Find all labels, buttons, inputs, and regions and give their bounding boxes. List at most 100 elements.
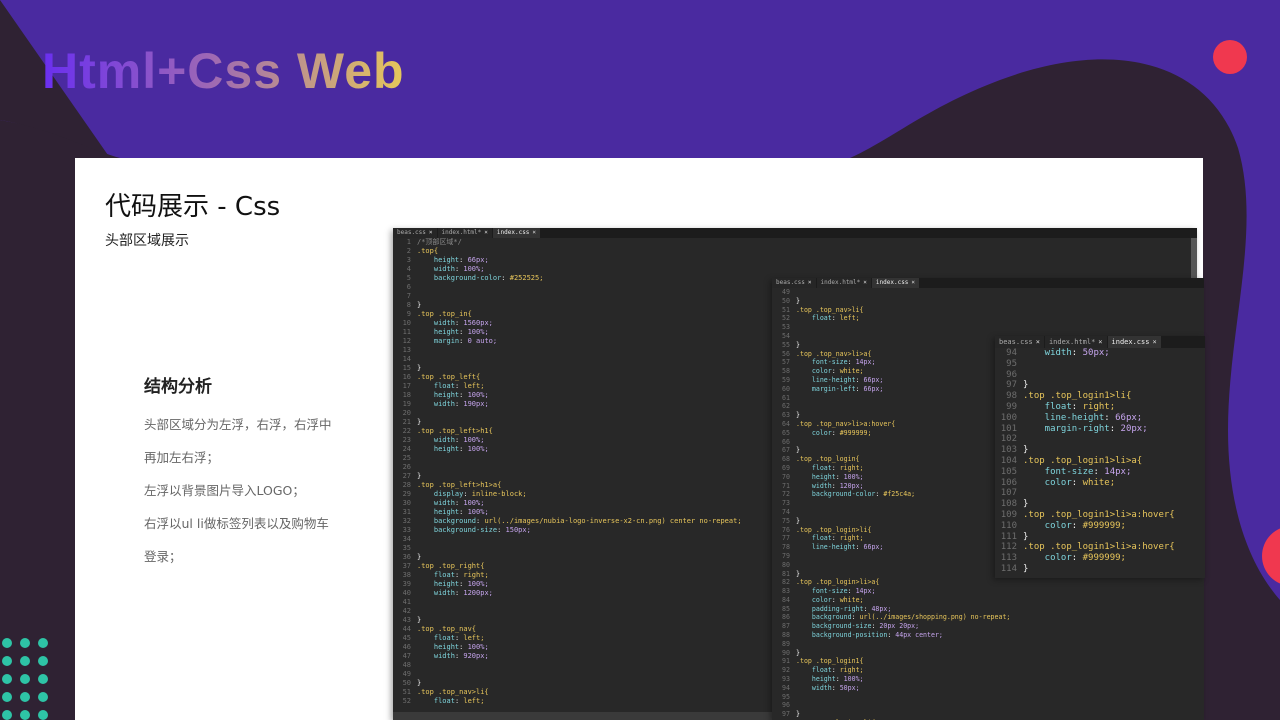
code-line: 51 .top .top_nav>li{: [772, 306, 1204, 315]
teal-dot-grid-decoration: [0, 636, 52, 720]
editor-tab[interactable]: beas.css ×: [772, 278, 816, 288]
code-property: width: [417, 265, 455, 273]
code-editor-window-3[interactable]: beas.css × index.html* × index.css × 94 width…: [995, 336, 1205, 578]
line-number: 105: [1000, 466, 1017, 477]
editor-tab[interactable]: beas.css ×: [393, 228, 437, 238]
code-punctuation: :: [831, 314, 840, 323]
line-number: 24: [402, 445, 411, 453]
code-line: 53: [772, 323, 1204, 332]
editor-tab[interactable]: index.css ×: [871, 278, 920, 288]
code-line: 2 .top{: [393, 247, 1197, 256]
analysis-line: 左浮以背景图片导入LOGO；: [144, 483, 305, 498]
code-line: 1 /*顶部区域*/: [393, 238, 1197, 247]
code-text: }: [417, 472, 422, 480]
editor-tab[interactable]: index.css ×: [1107, 336, 1161, 348]
code-value: white;: [839, 595, 864, 604]
editor-tab[interactable]: index.html* ×: [437, 228, 492, 238]
line-number: 82: [782, 578, 790, 587]
editor-tab[interactable]: index.css ×: [492, 228, 541, 238]
close-icon[interactable]: ×: [911, 279, 915, 286]
code-property: color: [796, 367, 832, 376]
code-punctuation: :: [459, 391, 468, 399]
code-selector: .top .top_left{: [417, 373, 481, 381]
line-number: 65: [782, 428, 790, 437]
code-line: 111}: [995, 532, 1205, 543]
code-value: 190px;: [463, 400, 489, 408]
line-number: 34: [402, 535, 411, 543]
line-number: 88: [782, 631, 790, 640]
close-icon[interactable]: ×: [1152, 338, 1156, 346]
line-number: 46: [402, 643, 411, 651]
code-punctuation: :: [1071, 553, 1083, 564]
code-property: font-size: [796, 358, 848, 367]
line-number: 98: [1006, 391, 1017, 402]
editor-tab[interactable]: index.html* ×: [1044, 336, 1107, 348]
line-number: 77: [782, 534, 790, 543]
line-number: 26: [402, 463, 411, 471]
line-number: 25: [402, 454, 411, 462]
code-line: 4 width: 100%;: [393, 265, 1197, 274]
code-value: left;: [839, 314, 860, 323]
code-text: }: [796, 296, 800, 305]
code-area[interactable]: 94 width: 50px; 95 96 97} 98 .top .top_login1…: [995, 348, 1205, 575]
code-line: 107: [995, 488, 1205, 499]
code-property: font-size: [1023, 466, 1094, 477]
editor-tab[interactable]: index.html* ×: [816, 278, 871, 288]
editor-tab-bar: beas.css × index.html* × index.css ×: [772, 278, 1204, 288]
code-punctuation: :: [1071, 348, 1083, 358]
close-icon[interactable]: ×: [484, 229, 488, 236]
line-number: 60: [782, 384, 790, 393]
code-value: 100%;: [467, 391, 489, 399]
code-line: 89: [772, 640, 1204, 649]
code-property: background-size: [417, 526, 498, 534]
editor-tab-label: index.html*: [441, 229, 482, 236]
line-number: 64: [782, 419, 790, 428]
code-line: 106 color: white;: [995, 478, 1205, 489]
line-number: 55: [782, 340, 790, 349]
code-line: 95: [772, 693, 1204, 702]
code-value: 44px center;: [895, 631, 943, 640]
close-icon[interactable]: ×: [1036, 338, 1040, 346]
line-number: 96: [782, 701, 790, 710]
close-icon[interactable]: ×: [532, 229, 536, 236]
code-punctuation: :: [831, 534, 840, 543]
code-value: left;: [463, 634, 485, 642]
code-property: line-height: [796, 543, 856, 552]
code-text: }: [796, 446, 800, 455]
code-punctuation: :: [855, 375, 864, 384]
line-number: 53: [782, 323, 790, 332]
analysis-line: 右浮以ul li做标签列表以及购物车: [144, 516, 329, 531]
line-number: 84: [782, 595, 790, 604]
line-number: 92: [782, 666, 790, 675]
code-value: #252525;: [509, 274, 544, 282]
code-value: #999999;: [839, 428, 872, 437]
close-icon[interactable]: ×: [429, 229, 433, 236]
close-icon[interactable]: ×: [1098, 338, 1102, 346]
line-number: 33: [402, 526, 411, 534]
line-number: 56: [782, 349, 790, 358]
close-icon[interactable]: ×: [863, 279, 867, 286]
line-number: 1: [406, 238, 411, 246]
code-punctuation: :: [831, 481, 840, 490]
code-property: margin-left: [796, 384, 856, 393]
close-icon[interactable]: ×: [808, 279, 812, 286]
line-number: 112: [1000, 542, 1017, 553]
code-punctuation: :: [855, 543, 864, 552]
line-number: 111: [1000, 531, 1017, 542]
line-number: 89: [782, 639, 790, 648]
editor-tab[interactable]: beas.css ×: [995, 336, 1044, 348]
editor-tab-label: beas.css: [397, 229, 426, 236]
line-number: 109: [1000, 509, 1017, 520]
code-text: }: [1023, 531, 1029, 542]
code-punctuation: :: [835, 675, 844, 684]
horizontal-scrollbar[interactable]: [393, 712, 773, 720]
code-value: 20px;: [1120, 423, 1148, 434]
code-value: right;: [1082, 401, 1116, 412]
line-number: 29: [402, 490, 411, 498]
line-number: 79: [782, 551, 790, 560]
code-value: 50px;: [1082, 348, 1110, 358]
code-property: height: [417, 508, 460, 516]
line-number: 18: [402, 391, 411, 399]
code-value: 100%;: [467, 445, 489, 453]
code-text: }: [417, 679, 422, 687]
